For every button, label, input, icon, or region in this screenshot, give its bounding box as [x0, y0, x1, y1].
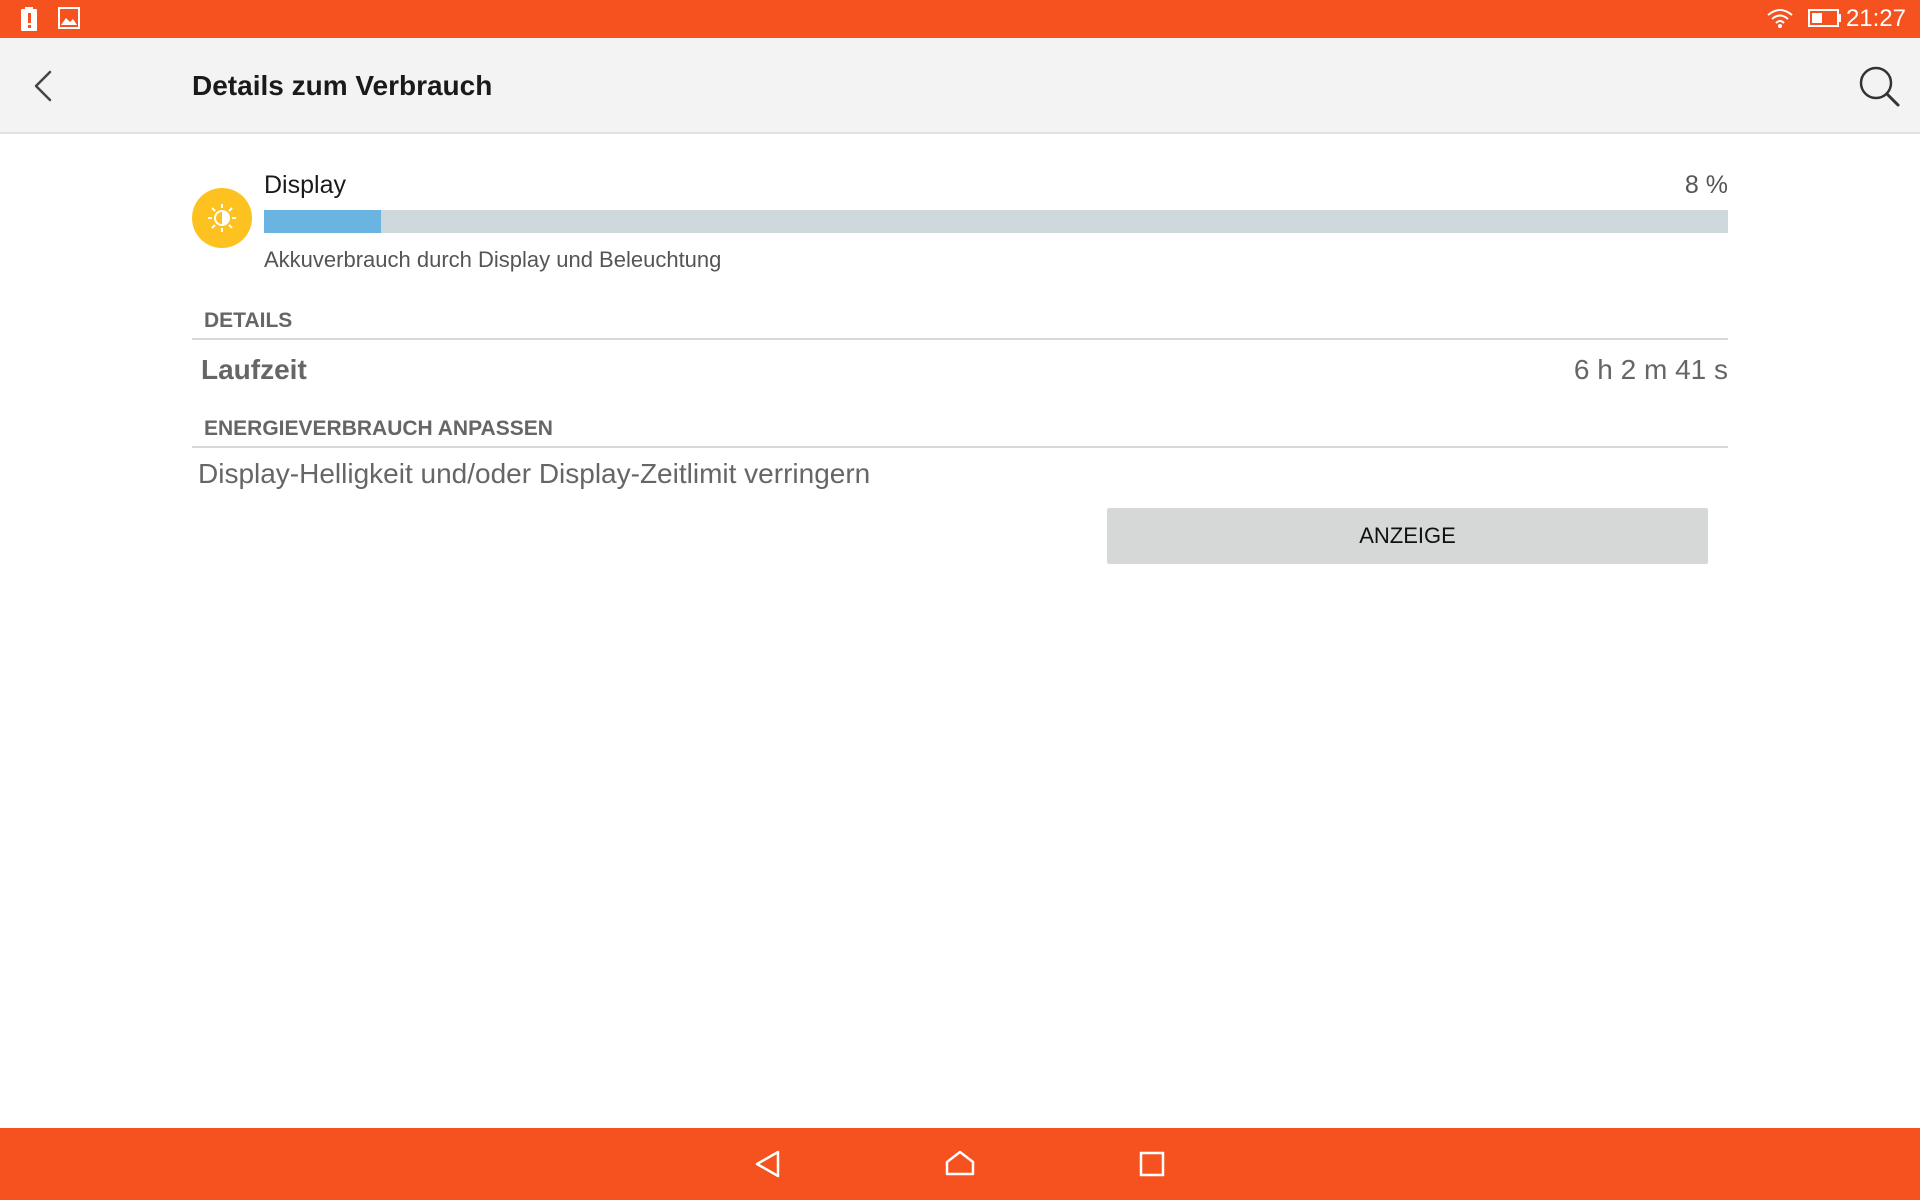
- section-header-adjust: ENERGIEVERBRAUCH ANPASSEN: [192, 412, 1728, 448]
- status-bar: 21:27: [0, 0, 1920, 38]
- usage-description: Akkuverbrauch durch Display und Beleucht…: [264, 247, 722, 272]
- back-button[interactable]: [22, 64, 66, 108]
- app-bar: Details zum Verbrauch: [0, 38, 1920, 134]
- nav-home-icon: [945, 1150, 975, 1176]
- usage-name: Display: [264, 171, 346, 199]
- chevron-left-icon: [34, 70, 52, 102]
- runtime-value: 6 h 2 m 41 s: [1573, 354, 1728, 385]
- status-clock: 21:27: [1845, 5, 1906, 32]
- nav-recents-icon: [1139, 1151, 1165, 1177]
- runtime-label: Laufzeit: [201, 354, 307, 385]
- usage-progress-fill: [264, 210, 382, 233]
- battery-icon: [1808, 9, 1842, 32]
- wifi-icon: [1766, 7, 1794, 34]
- section-header-label: ENERGIEVERBRAUCH ANPASSEN: [204, 417, 553, 440]
- usage-progress-bar: [264, 210, 1728, 233]
- section-header-details: DETAILS: [192, 304, 1728, 340]
- usage-percent: 8 %: [1684, 171, 1728, 199]
- display-settings-button[interactable]: ANZEIGE: [1107, 508, 1708, 564]
- battery-alert-icon: [20, 7, 38, 36]
- image-notification-icon: [58, 7, 80, 34]
- navigation-bar: [0, 1128, 1920, 1200]
- search-button[interactable]: [1856, 63, 1902, 109]
- nav-home-button[interactable]: [938, 1142, 982, 1186]
- nav-recents-button[interactable]: [1130, 1142, 1174, 1186]
- adjust-tip: Display-Helligkeit und/oder Display-Zeit…: [198, 458, 871, 489]
- nav-back-button[interactable]: [746, 1142, 790, 1186]
- page-title: Details zum Verbrauch: [192, 70, 493, 101]
- search-icon: [1859, 66, 1900, 107]
- brightness-icon: [208, 204, 236, 232]
- usage-icon: [192, 188, 252, 248]
- nav-back-icon: [755, 1150, 780, 1178]
- section-header-label: DETAILS: [204, 309, 293, 332]
